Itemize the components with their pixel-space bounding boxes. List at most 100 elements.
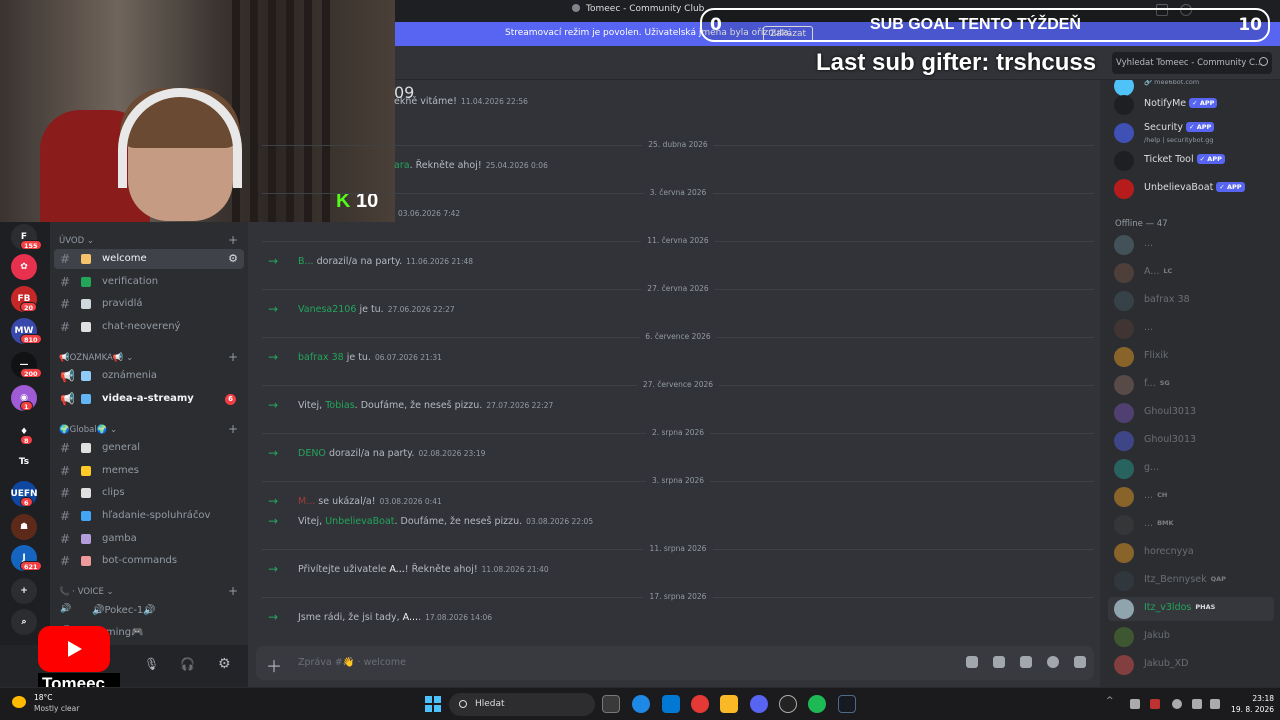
member-bot[interactable]: UnbelievaBoat ✓ APP bbox=[1114, 177, 1274, 201]
system-join-message: → Jsme rádi, že jsi tady, A.... 17.08.2026… bbox=[248, 610, 1100, 628]
channel-clips[interactable]: # clips bbox=[54, 483, 244, 503]
edge-icon[interactable] bbox=[632, 695, 650, 713]
file-explorer-icon[interactable] bbox=[720, 695, 738, 713]
message-timestamp: 03.08.2026 22:05 bbox=[526, 517, 594, 526]
channel-category[interactable]: 📞 · VOICE ⌄ bbox=[59, 587, 114, 597]
member-item[interactable]: horecnyya bbox=[1114, 541, 1274, 565]
member-item[interactable]: ... bbox=[1114, 233, 1274, 257]
join-arrow-icon: → bbox=[268, 302, 279, 316]
channel-settings-icon[interactable]: ⚙ bbox=[228, 252, 238, 265]
microphone-icon[interactable]: 🎙 bbox=[144, 657, 159, 671]
member-item[interactable]: Itz_Bennysek QAP bbox=[1114, 569, 1274, 593]
channel-memes[interactable]: # memes bbox=[54, 461, 244, 481]
channel-welcome[interactable]: # welcome ⚙ bbox=[54, 249, 244, 269]
start-button[interactable] bbox=[425, 696, 441, 712]
channel-pokec-1[interactable]: 🔊 🔊Pokec-1🔊 bbox=[54, 601, 244, 621]
message-text: Přivítejte uživatele A...! Řekněte ahoj!… bbox=[298, 564, 549, 575]
message-text: Vitej, UnbelievaBoat. Doufáme, že neseš … bbox=[298, 516, 593, 527]
member-item[interactable]: Ghoul3013 bbox=[1114, 401, 1274, 425]
wifi-icon[interactable] bbox=[1192, 699, 1202, 709]
member-item[interactable]: Jakub_XD bbox=[1114, 653, 1274, 677]
channel-general[interactable]: # general bbox=[54, 438, 244, 458]
member-item[interactable]: ... bbox=[1114, 317, 1274, 341]
spotify-icon[interactable] bbox=[808, 695, 826, 713]
member-item[interactable]: Ghoul3013 bbox=[1114, 429, 1274, 453]
discord-taskbar-icon[interactable] bbox=[750, 695, 768, 713]
channel-videa-a-streamy[interactable]: 📢 videa-a-streamy 6 bbox=[54, 389, 244, 409]
channel-pravidlá[interactable]: # pravidlá bbox=[54, 294, 244, 314]
add-channel-icon[interactable]: + bbox=[228, 350, 238, 364]
gif-icon[interactable] bbox=[993, 656, 1005, 668]
taskbar-search[interactable]: Hledat bbox=[449, 693, 595, 716]
username[interactable]: Vanesa2106 bbox=[298, 304, 356, 315]
channel-label: chat-neoverený bbox=[102, 321, 181, 332]
headphones-icon[interactable]: 🎧 bbox=[180, 657, 195, 671]
obs-icon[interactable] bbox=[779, 695, 797, 713]
member-bot[interactable]: Ticket Tool ✓ APP bbox=[1114, 149, 1274, 173]
mail-icon[interactable] bbox=[662, 695, 680, 713]
username[interactable]: ara bbox=[394, 160, 410, 171]
server-icon[interactable]: + bbox=[11, 578, 37, 604]
member-item[interactable]: A... LC bbox=[1114, 261, 1274, 285]
member-bot[interactable]: Security ✓ APP/help | securitybot.gg bbox=[1114, 121, 1274, 145]
channel-chat-neoverený[interactable]: # chat-neoverený bbox=[54, 317, 244, 337]
channel-hľadanie-spoluhráčov[interactable]: # hľadanie-spoluhráčov bbox=[54, 506, 244, 526]
channel-verification[interactable]: # verification bbox=[54, 272, 244, 292]
message-text: M... se ukázal/a! 03.08.2026 0:41 bbox=[298, 496, 442, 507]
server-icon[interactable]: Ts bbox=[11, 449, 37, 475]
avatar bbox=[1114, 543, 1134, 563]
channel-category[interactable]: 📢OZNAMKA📢 ⌄ bbox=[59, 353, 133, 363]
member-bot[interactable]: NotifyMe ✓ APP bbox=[1114, 93, 1274, 117]
volume-icon[interactable] bbox=[1210, 699, 1220, 709]
username[interactable]: B... bbox=[298, 256, 314, 267]
username[interactable]: Tobias bbox=[325, 400, 354, 411]
member-item[interactable]: ... BMK bbox=[1114, 513, 1274, 537]
channel-category[interactable]: 🌍Global🌍 ⌄ bbox=[59, 425, 117, 435]
tray-expand-icon[interactable]: ^ bbox=[1106, 696, 1116, 706]
member-item[interactable]: bafrax 38 bbox=[1114, 289, 1274, 313]
search-input[interactable]: Vyhledat Tomeec - Community C... bbox=[1112, 52, 1272, 74]
member-item[interactable]: g... bbox=[1114, 457, 1274, 481]
apps-icon[interactable] bbox=[1074, 656, 1086, 668]
tray-app-icon[interactable] bbox=[1130, 699, 1140, 709]
channel-bot-commands[interactable]: # bot-commands bbox=[54, 551, 244, 571]
member-item[interactable]: ... CH bbox=[1114, 485, 1274, 509]
username[interactable]: UnbelievaBoat bbox=[325, 516, 394, 527]
channel-category[interactable]: ÚVOD ⌄ bbox=[59, 236, 94, 246]
message-body: . Řekněte ahoj! bbox=[409, 160, 482, 171]
username[interactable]: A... bbox=[389, 564, 404, 575]
join-arrow-icon: → bbox=[268, 610, 279, 624]
member-name: f... SG bbox=[1144, 378, 1170, 389]
channel-gamba[interactable]: # gamba bbox=[54, 529, 244, 549]
member-item[interactable]: Itz_v3ldos PHAS bbox=[1108, 597, 1274, 621]
chrome-icon[interactable] bbox=[691, 695, 709, 713]
username[interactable]: DENO bbox=[298, 448, 326, 459]
add-channel-icon[interactable]: + bbox=[228, 584, 238, 598]
member-item[interactable]: Flixik bbox=[1114, 345, 1274, 369]
attach-plus-icon[interactable]: ＋ bbox=[266, 653, 282, 677]
gift-icon[interactable] bbox=[966, 656, 978, 668]
emoji-icon[interactable] bbox=[1047, 656, 1059, 668]
username[interactable]: M... bbox=[298, 496, 315, 507]
server-icon[interactable]: ⌕ bbox=[11, 609, 37, 635]
task-view-icon[interactable] bbox=[602, 695, 620, 713]
add-channel-icon[interactable]: + bbox=[228, 422, 238, 436]
settings-gear-icon[interactable]: ⚙ bbox=[218, 656, 231, 672]
message-composer[interactable]: ＋ Zpráva #👋 · welcome bbox=[256, 646, 1094, 680]
username[interactable]: A... bbox=[403, 612, 418, 623]
message-body: . Doufáme, že neseš pizzu. bbox=[394, 516, 523, 527]
clock[interactable]: 23:18 19. 8. 2026 bbox=[1226, 693, 1274, 715]
member-item[interactable]: f... SG bbox=[1114, 373, 1274, 397]
channel-oznámenia[interactable]: 📢 oznámenia bbox=[54, 366, 244, 386]
message-input[interactable]: Zpráva #👋 · welcome bbox=[298, 657, 406, 668]
tray-app-icon-2[interactable] bbox=[1150, 699, 1160, 709]
server-icon[interactable]: ✿ bbox=[11, 254, 37, 280]
member-item[interactable]: Jakub bbox=[1114, 625, 1274, 649]
add-channel-icon[interactable]: + bbox=[228, 233, 238, 247]
server-icon[interactable]: ☗ bbox=[11, 514, 37, 540]
microphone-tray-icon[interactable] bbox=[1172, 699, 1182, 709]
sticker-icon[interactable] bbox=[1020, 656, 1032, 668]
channel-label: clips bbox=[102, 487, 125, 498]
username[interactable]: bafrax 38 bbox=[298, 352, 344, 363]
steam-icon[interactable] bbox=[838, 695, 856, 713]
